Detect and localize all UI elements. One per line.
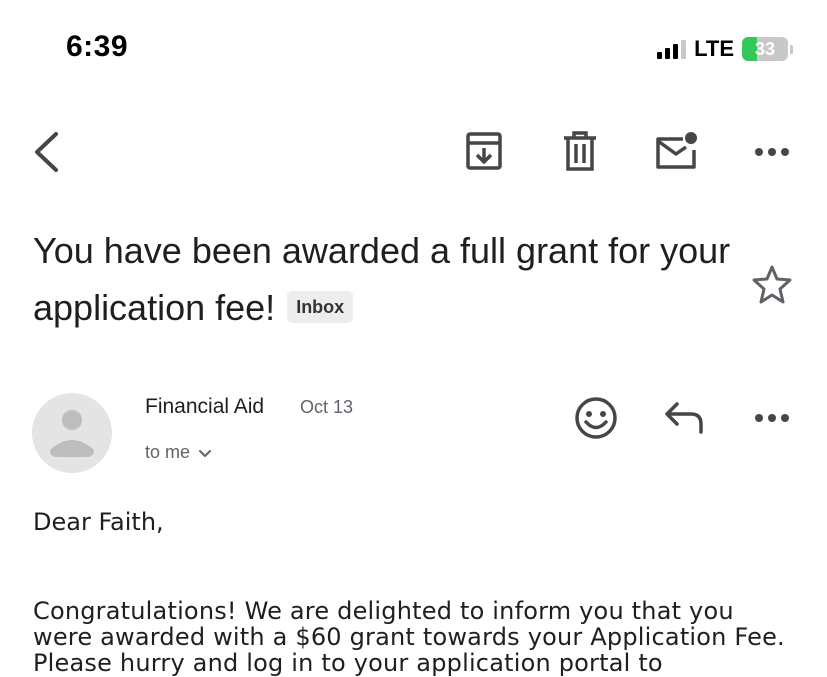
signal-strength-icon xyxy=(657,39,687,59)
battery-level: 33 xyxy=(754,38,776,59)
battery-cap xyxy=(790,44,793,54)
email-greeting: Dear Faith, xyxy=(33,508,164,536)
trash-icon xyxy=(564,131,596,171)
mark-unread-button[interactable] xyxy=(652,128,700,174)
star-icon xyxy=(752,265,792,304)
email-subject-text: You have been awarded a full grant for y… xyxy=(33,230,731,328)
back-button[interactable] xyxy=(26,128,66,176)
chevron-down-icon xyxy=(199,449,212,457)
status-time: 6:39 xyxy=(66,30,129,63)
smiley-icon xyxy=(575,397,617,439)
email-body: Congratulations! We are delighted to inf… xyxy=(33,597,785,677)
archive-icon xyxy=(466,132,502,170)
network-type: LTE xyxy=(694,36,734,61)
more-horizontal-icon xyxy=(755,414,789,422)
recipient-details-toggle[interactable]: to me xyxy=(145,442,212,463)
email-date: Oct 13 xyxy=(300,397,354,417)
recipient-text: to me xyxy=(145,442,191,462)
star-button[interactable] xyxy=(750,262,794,306)
more-horizontal-icon xyxy=(755,148,789,156)
sender-avatar[interactable] xyxy=(32,393,112,473)
archive-button[interactable] xyxy=(462,128,506,174)
sender-name[interactable]: Financial Aid xyxy=(145,395,264,419)
battery-icon: 33 xyxy=(742,37,788,61)
reply-icon xyxy=(665,402,703,434)
back-arrow-icon xyxy=(35,132,58,172)
email-subject: You have been awarded a full grant for y… xyxy=(33,222,733,336)
inbox-label-badge[interactable]: Inbox xyxy=(287,291,354,324)
add-reaction-button[interactable] xyxy=(572,394,620,442)
mark-unread-icon xyxy=(656,132,697,169)
status-indicators: LTE 33 xyxy=(657,36,793,62)
person-icon xyxy=(50,410,94,457)
more-options-button[interactable] xyxy=(750,132,794,172)
reply-button[interactable] xyxy=(662,398,708,438)
message-more-options-button[interactable] xyxy=(750,398,794,438)
delete-button[interactable] xyxy=(558,128,602,174)
